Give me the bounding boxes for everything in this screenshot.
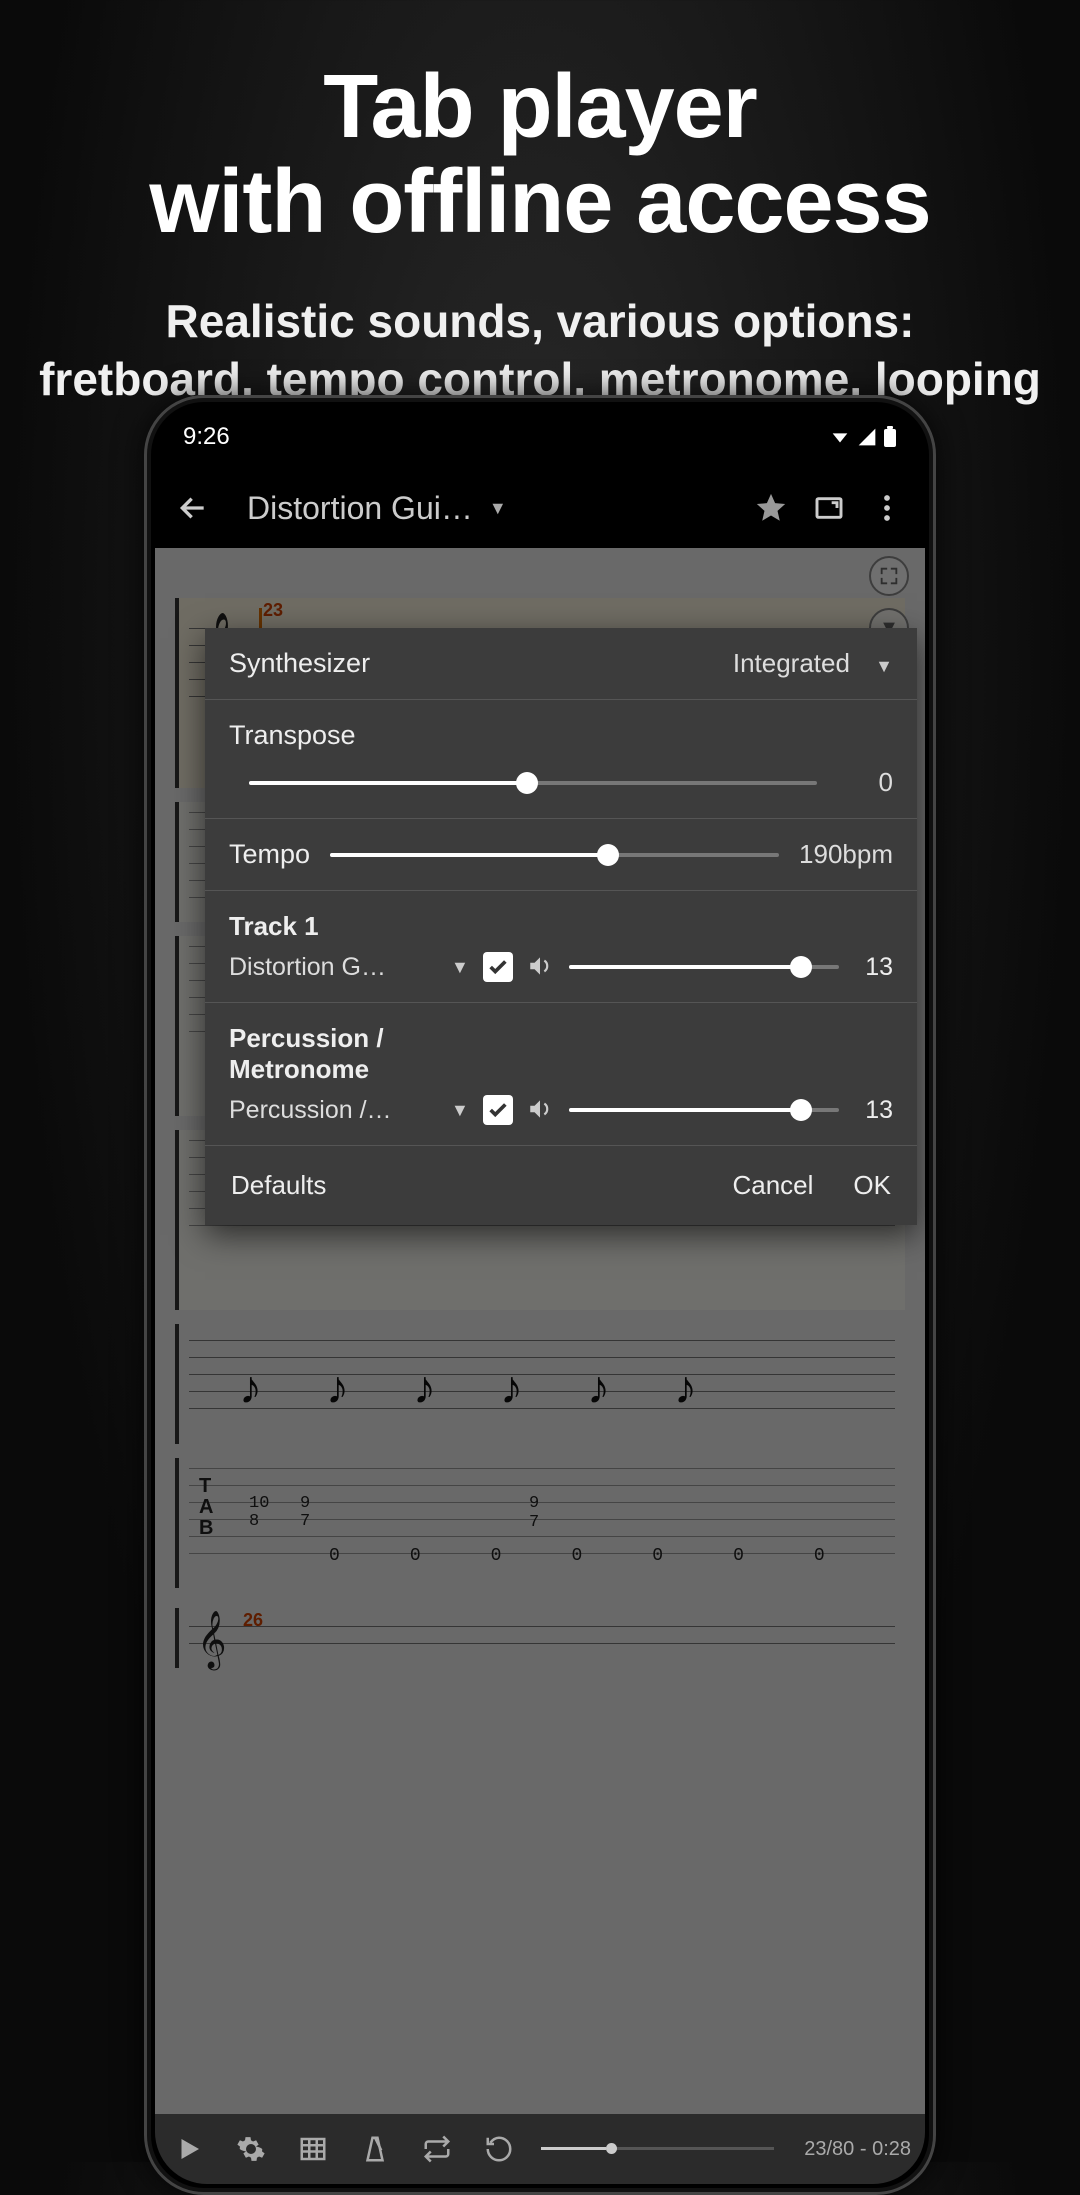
track-instrument-dropdown[interactable]: Percussion /… xyxy=(229,1096,419,1125)
expand-icon[interactable] xyxy=(869,556,909,596)
transpose-slider[interactable] xyxy=(249,781,817,785)
player-settings-dialog: Synthesizer Integrated ▼ Transpose 0 Tem xyxy=(205,628,917,1225)
ok-button[interactable]: OK xyxy=(853,1170,891,1201)
back-button[interactable] xyxy=(169,484,217,532)
battery-icon xyxy=(883,426,897,448)
synth-label: Synthesizer xyxy=(229,648,370,679)
chevron-down-icon: ▼ xyxy=(875,656,893,676)
transpose-row: Transpose 0 xyxy=(205,700,917,819)
chevron-down-icon: ▼ xyxy=(451,1100,469,1121)
fullscreen-button[interactable] xyxy=(805,484,853,532)
promo-title: Tab player with offline access xyxy=(0,0,1080,249)
track-row: Percussion / Metronome Percussion /… ▼ 1… xyxy=(205,1003,917,1146)
signal-icon xyxy=(857,427,877,447)
tab-label: T A B xyxy=(199,1476,213,1539)
title-dropdown-caret[interactable]: ▼ xyxy=(489,498,507,519)
loop-button[interactable] xyxy=(417,2129,457,2169)
tempo-slider[interactable] xyxy=(330,853,779,857)
status-time: 9:26 xyxy=(183,423,230,451)
dialog-actions: Defaults Cancel OK xyxy=(205,1146,917,1225)
treble-clef-icon: 𝄞 xyxy=(197,1610,227,1669)
app-bar: Distortion Gui… ▼ xyxy=(155,468,925,548)
phone-frame: 9:26 Distortion Gui… ▼ xyxy=(144,395,936,2195)
track-volume-slider[interactable] xyxy=(569,965,839,969)
staff-block: ♪♪ ♪♪ ♪♪ xyxy=(175,1324,905,1444)
volume-icon[interactable] xyxy=(527,1096,555,1124)
track-instrument-dropdown[interactable]: Distortion G… xyxy=(229,953,419,982)
play-button[interactable] xyxy=(169,2129,209,2169)
staff-block: 26 𝄞 xyxy=(175,1608,905,1668)
favorite-button[interactable] xyxy=(747,484,795,532)
player-toolbar: 23/80 - 0:28 xyxy=(155,2114,925,2184)
track-enabled-checkbox[interactable] xyxy=(483,952,513,982)
phone-notch xyxy=(410,406,670,430)
track-title: Track 1 xyxy=(229,911,893,942)
settings-button[interactable] xyxy=(231,2129,271,2169)
rewind-button[interactable] xyxy=(479,2129,519,2169)
tempo-row: Tempo 190bpm xyxy=(205,819,917,891)
cancel-button[interactable]: Cancel xyxy=(732,1170,813,1201)
track-row: Track 1 Distortion G… ▼ 13 xyxy=(205,891,917,1003)
tempo-label: Tempo xyxy=(229,839,310,870)
overflow-menu-button[interactable] xyxy=(863,484,911,532)
track-volume-slider[interactable] xyxy=(569,1108,839,1112)
chevron-down-icon: ▼ xyxy=(451,957,469,978)
notes-row: ♪♪ ♪♪ ♪♪ xyxy=(239,1334,885,1388)
promo-subtitle: Realistic sounds, various options: fretb… xyxy=(0,293,1080,408)
defaults-button[interactable]: Defaults xyxy=(231,1170,326,1201)
position-counter: 23/80 - 0:28 xyxy=(804,2138,911,2161)
tempo-value: 190bpm xyxy=(799,839,893,870)
transpose-value: 0 xyxy=(847,767,893,798)
transpose-label: Transpose xyxy=(229,720,356,750)
synth-value: Integrated xyxy=(733,648,850,678)
app-title-dropdown[interactable]: Distortion Gui… xyxy=(247,490,473,527)
track-volume-value: 13 xyxy=(853,1096,893,1125)
synthesizer-row[interactable]: Synthesizer Integrated ▼ xyxy=(205,628,917,700)
track-title: Percussion / Metronome xyxy=(229,1023,489,1085)
track-enabled-checkbox[interactable] xyxy=(483,1095,513,1125)
wifi-icon xyxy=(829,426,851,448)
progress-bar[interactable] xyxy=(541,2147,774,2151)
fretboard-button[interactable] xyxy=(293,2129,333,2169)
tab-staff: T A B 10 9 8 7 97 00 00 00 0 xyxy=(175,1458,905,1588)
metronome-button[interactable] xyxy=(355,2129,395,2169)
volume-icon[interactable] xyxy=(527,953,555,981)
track-volume-value: 13 xyxy=(853,953,893,982)
